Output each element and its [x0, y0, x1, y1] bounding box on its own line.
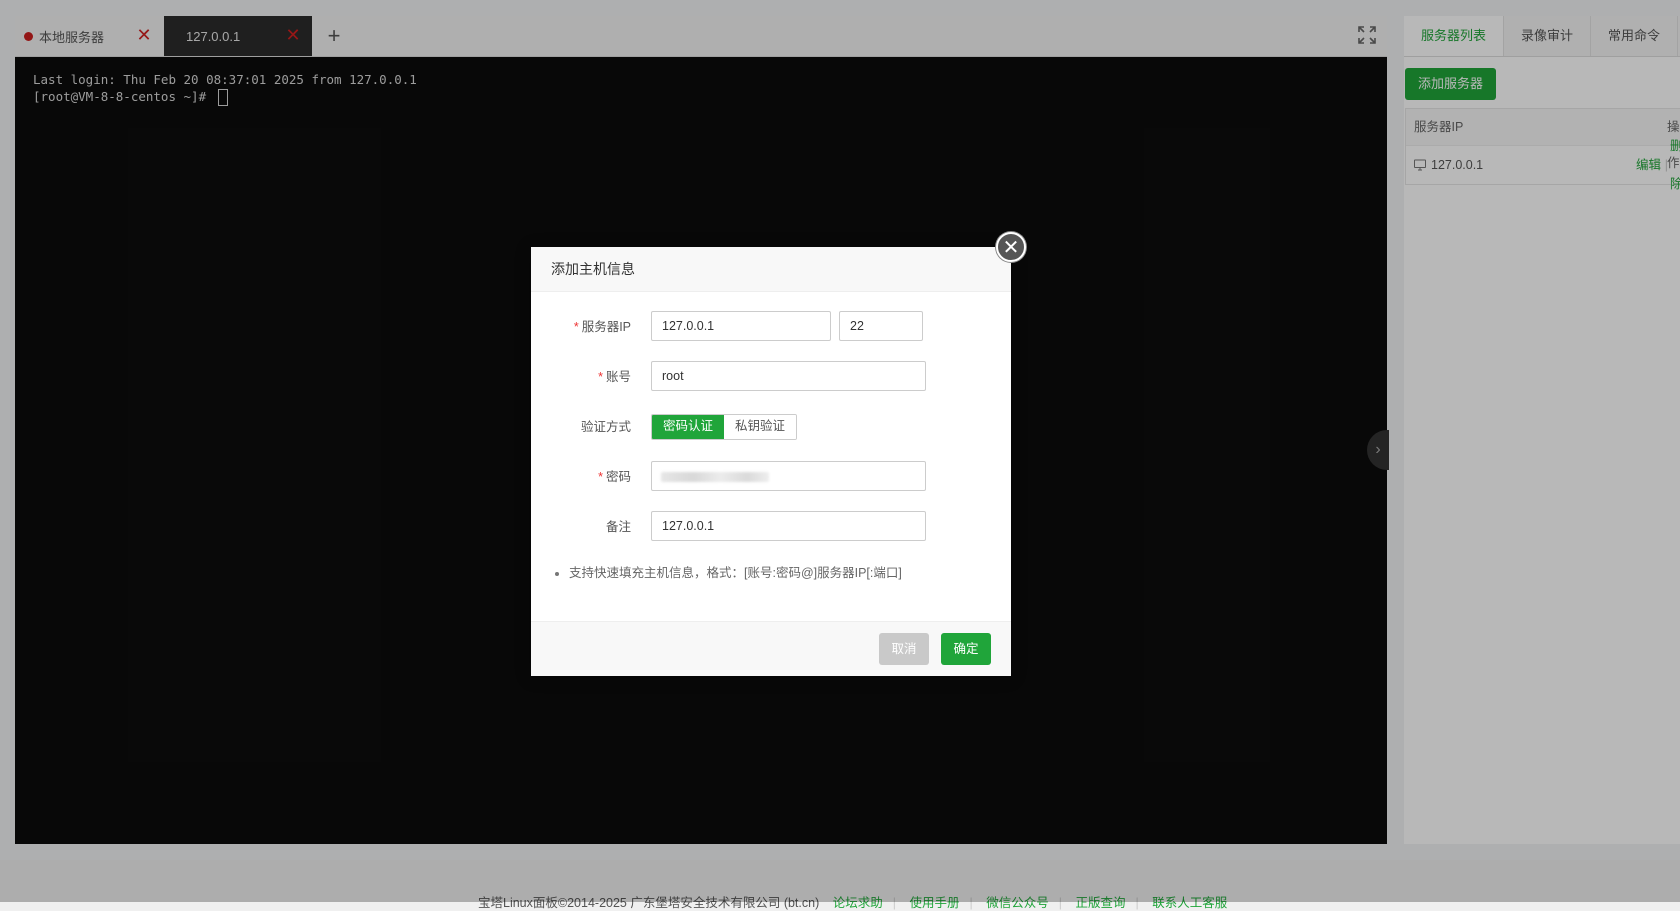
server-ip-input[interactable]: 127.0.0.1 [651, 311, 831, 341]
dialog-footer: 取消 确定 [531, 621, 1011, 676]
password-input[interactable] [651, 461, 926, 491]
label-remark: 备注 [605, 520, 631, 534]
row-account: * 账号 root [531, 361, 1011, 393]
account-input[interactable]: root [651, 361, 926, 391]
remark-input[interactable]: 127.0.0.1 [651, 511, 926, 541]
quick-fill-tip: 支持快速填充主机信息，格式：[账号:密码@]服务器IP[:端口] [555, 562, 902, 581]
label-auth-method: 验证方式 [580, 420, 631, 434]
label-account: * 账号 [598, 370, 631, 384]
row-auth-method: 验证方式 密码认证 私钥验证 [531, 411, 1011, 443]
row-server-ip: * 服务器IP 127.0.0.1 22 [531, 311, 1011, 343]
dialog-title: 添加主机信息 [531, 247, 1011, 292]
confirm-button[interactable]: 确定 [941, 633, 991, 665]
row-password: * 密码 [531, 461, 1011, 493]
auth-key-option[interactable]: 私钥验证 [724, 415, 797, 439]
masked-password [661, 472, 769, 482]
label-password: * 密码 [598, 470, 631, 484]
auth-method-toggle: 密码认证 私钥验证 [651, 414, 798, 440]
add-host-dialog: 添加主机信息 * 服务器IP 127.0.0.1 22 * 账号 root 验证方式… [531, 247, 1011, 676]
close-icon[interactable]: ✕ [996, 232, 1026, 262]
port-input[interactable]: 22 [839, 311, 923, 341]
auth-password-option[interactable]: 密码认证 [652, 415, 725, 439]
row-remark: 备注 127.0.0.1 [531, 511, 1011, 543]
label-server-ip: * 服务器IP [573, 320, 631, 334]
cancel-button[interactable]: 取消 [879, 633, 929, 665]
